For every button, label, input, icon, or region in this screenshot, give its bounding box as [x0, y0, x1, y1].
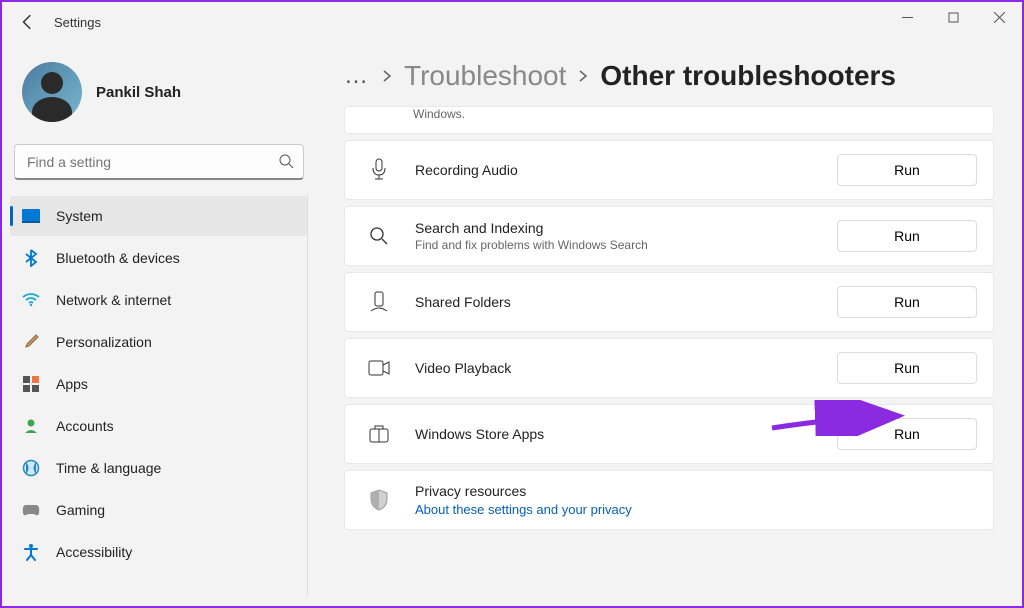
breadcrumb-troubleshoot[interactable]: Troubleshoot [404, 60, 566, 92]
microphone-icon [361, 158, 397, 182]
close-button[interactable] [976, 2, 1022, 32]
shared-folder-icon [361, 291, 397, 313]
sidebar-item-personalization[interactable]: Personalization [10, 322, 307, 362]
chevron-right-icon [578, 69, 588, 83]
nav-label: Apps [56, 376, 88, 392]
sidebar-item-apps[interactable]: Apps [10, 364, 307, 404]
card-title: Privacy resources [415, 483, 977, 499]
window-controls [884, 2, 1022, 32]
back-button[interactable] [12, 6, 44, 38]
card-title: Windows Store Apps [415, 426, 837, 442]
maximize-button[interactable] [930, 2, 976, 32]
run-button[interactable]: Run [837, 154, 977, 186]
minimize-button[interactable] [884, 2, 930, 32]
nav-label: Time & language [56, 460, 161, 476]
search-icon [278, 153, 294, 169]
nav-label: Gaming [56, 502, 105, 518]
breadcrumb: … Troubleshoot Other troubleshooters [344, 60, 994, 92]
card-text: Windows. [413, 107, 465, 121]
nav-label: Network & internet [56, 292, 171, 308]
nav-list: System Bluetooth & devices Network & int… [10, 194, 308, 596]
apps-icon [22, 375, 40, 393]
search-box [14, 144, 304, 180]
privacy-link[interactable]: About these settings and your privacy [415, 502, 977, 517]
bluetooth-icon [22, 249, 40, 267]
maximize-icon [948, 12, 959, 23]
minimize-icon [902, 12, 913, 23]
nav-label: Personalization [56, 334, 152, 350]
sidebar: Pankil Shah System Bluetooth & devices N… [2, 42, 316, 606]
user-profile[interactable]: Pankil Shah [10, 52, 308, 132]
run-button[interactable]: Run [837, 286, 977, 318]
chevron-right-icon [382, 69, 392, 83]
sidebar-item-gaming[interactable]: Gaming [10, 490, 307, 530]
page-title: Other troubleshooters [600, 60, 896, 92]
titlebar: Settings [2, 2, 1022, 42]
store-icon [361, 425, 397, 443]
accounts-icon [22, 417, 40, 435]
troubleshooter-search-indexing[interactable]: Search and Indexing Find and fix problem… [344, 206, 994, 266]
time-icon [22, 459, 40, 477]
breadcrumb-more[interactable]: … [344, 62, 370, 90]
run-button[interactable]: Run [837, 352, 977, 384]
sidebar-item-bluetooth[interactable]: Bluetooth & devices [10, 238, 307, 278]
sidebar-item-time[interactable]: Time & language [10, 448, 307, 488]
shield-icon [361, 489, 397, 511]
sidebar-item-accessibility[interactable]: Accessibility [10, 532, 307, 572]
troubleshooter-video-playback[interactable]: Video Playback Run [344, 338, 994, 398]
privacy-resources-card[interactable]: Privacy resources About these settings a… [344, 470, 994, 530]
system-icon [22, 207, 40, 225]
nav-label: Accessibility [56, 544, 132, 560]
video-icon [361, 360, 397, 376]
troubleshooter-shared-folders[interactable]: Shared Folders Run [344, 272, 994, 332]
search-input[interactable] [14, 144, 304, 180]
main-content: … Troubleshoot Other troubleshooters Win… [316, 42, 1022, 606]
search-icon [361, 226, 397, 246]
app-title: Settings [54, 15, 101, 30]
card-subtitle: Find and fix problems with Windows Searc… [415, 238, 837, 252]
nav-label: Bluetooth & devices [56, 250, 180, 266]
wifi-icon [22, 291, 40, 309]
accessibility-icon [22, 543, 40, 561]
brush-icon [22, 333, 40, 351]
nav-label: Accounts [56, 418, 114, 434]
sidebar-item-system[interactable]: System [10, 196, 307, 236]
avatar [22, 62, 82, 122]
troubleshooter-recording-audio[interactable]: Recording Audio Run [344, 140, 994, 200]
gaming-icon [22, 501, 40, 519]
card-title: Recording Audio [415, 162, 837, 178]
run-button[interactable]: Run [837, 220, 977, 252]
close-icon [994, 12, 1005, 23]
arrow-left-icon [19, 13, 37, 31]
card-title: Video Playback [415, 360, 837, 376]
nav-label: System [56, 208, 103, 224]
card-title: Shared Folders [415, 294, 837, 310]
user-name: Pankil Shah [96, 84, 181, 101]
troubleshooter-store-apps[interactable]: Windows Store Apps Run [344, 404, 994, 464]
troubleshooter-card-partial: Windows. [344, 106, 994, 134]
sidebar-item-network[interactable]: Network & internet [10, 280, 307, 320]
card-title: Search and Indexing [415, 220, 837, 236]
sidebar-item-accounts[interactable]: Accounts [10, 406, 307, 446]
run-button[interactable]: Run [837, 418, 977, 450]
